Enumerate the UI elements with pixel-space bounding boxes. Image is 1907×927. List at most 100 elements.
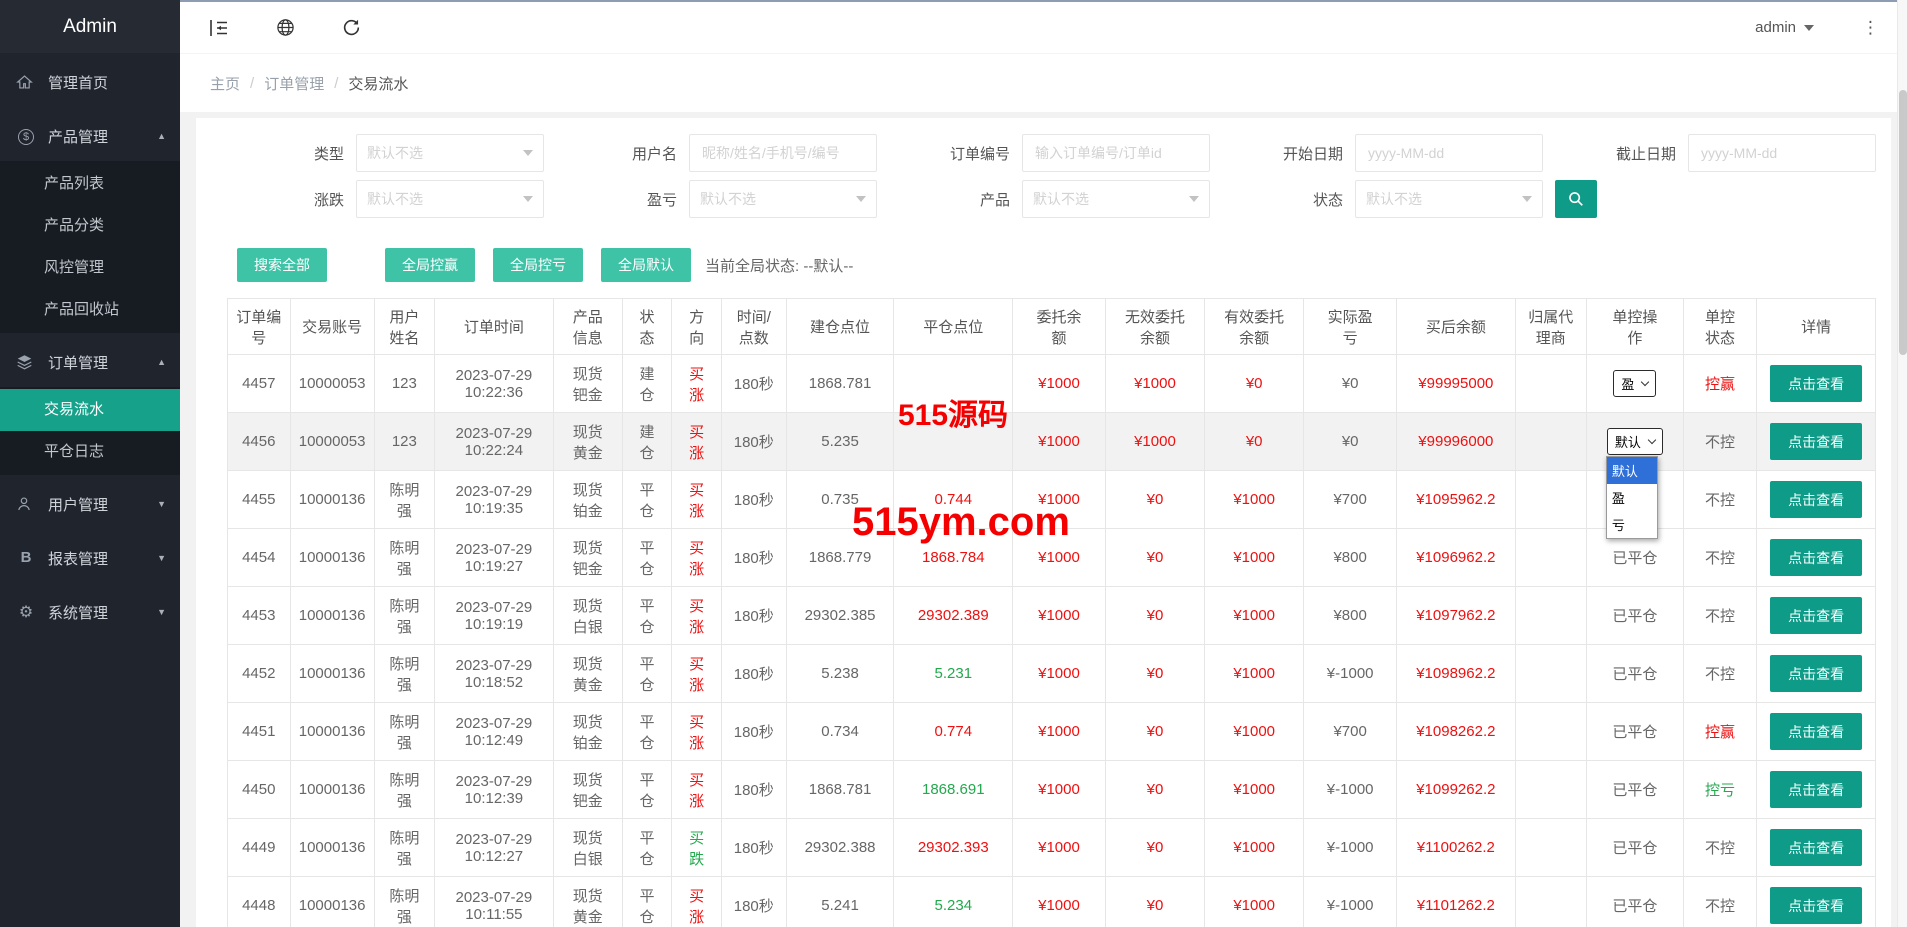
cell-invalid: ¥0: [1105, 645, 1204, 703]
detail-button[interactable]: 点击查看: [1770, 887, 1862, 924]
panel-card: 类型默认不选用户名订单编号开始日期截止日期涨跌默认不选盈亏默认不选产品默认不选状…: [196, 118, 1891, 927]
detail-button[interactable]: 点击查看: [1770, 423, 1862, 460]
cell-entrust: ¥1000: [1013, 703, 1106, 761]
cell-state: 平 仓: [622, 587, 672, 645]
cell-agent: [1515, 877, 1586, 927]
sidebar-item-product-recycle[interactable]: 产品回收站: [0, 289, 180, 331]
content-area: 类型默认不选用户名订单编号开始日期截止日期涨跌默认不选盈亏默认不选产品默认不选状…: [180, 112, 1907, 927]
search-button[interactable]: [1555, 180, 1597, 218]
product-select[interactable]: 默认不选: [1022, 180, 1210, 218]
dropdown-option[interactable]: 盈: [1607, 484, 1657, 511]
sidebar-item-trade-flow[interactable]: 交易流水: [0, 389, 180, 431]
cell-close: 0.744: [894, 471, 1013, 529]
column-header: 单控操 作: [1586, 299, 1683, 355]
cell-entrust: ¥1000: [1013, 529, 1106, 587]
cell-dur: 180秒: [721, 471, 786, 529]
cell-op: 已平仓: [1586, 703, 1683, 761]
chevron-down-icon: ▼: [157, 607, 166, 617]
order-no-input-wrap: [1022, 134, 1210, 172]
scrollbar-thumb[interactable]: [1899, 90, 1907, 355]
cell-state: 平 仓: [622, 645, 672, 703]
cell-close: [894, 355, 1013, 413]
start-date-input[interactable]: [1366, 144, 1532, 162]
global-win-button[interactable]: 全局控赢: [385, 248, 475, 282]
sidebar-item-product-category[interactable]: 产品分类: [0, 205, 180, 247]
global-default-button[interactable]: 全局默认: [601, 248, 691, 282]
cell-op: 已平仓: [1586, 645, 1683, 703]
chevron-down-icon: [1189, 196, 1199, 202]
chevron-down-icon: [523, 150, 533, 156]
cell-after: ¥1101262.2: [1397, 877, 1516, 927]
refresh-icon[interactable]: [340, 18, 362, 38]
sidebar-item-risk-manage[interactable]: 风控管理: [0, 247, 180, 289]
breadcrumb-separator: /: [250, 75, 254, 92]
sidebar-item-product[interactable]: $产品管理▲: [0, 111, 180, 161]
cell-name: 陈明 强: [374, 819, 434, 877]
more-menu-icon[interactable]: ⋮: [1862, 18, 1879, 38]
gear-icon: ⚙: [16, 602, 36, 622]
table-row: 445010000136陈明 强2023-07-29 10:12:39现货 钯金…: [228, 761, 1876, 819]
filter-field-updown: 涨跌默认不选: [211, 180, 544, 218]
sidebar-item-system[interactable]: ⚙系统管理▼: [0, 587, 180, 637]
action-bar: 搜索全部全局控赢全局控亏全局默认当前全局状态: --默认--: [237, 248, 1876, 282]
cell-profit: ¥800: [1304, 587, 1397, 645]
column-header: 状 态: [622, 299, 672, 355]
cell-product: 现货 白银: [553, 819, 622, 877]
username-input[interactable]: [700, 144, 866, 162]
type-select[interactable]: 默认不选: [356, 134, 544, 172]
detail-button[interactable]: 点击查看: [1770, 481, 1862, 518]
cell-entrust: ¥1000: [1013, 761, 1106, 819]
user-menu[interactable]: admin: [1755, 19, 1814, 36]
status-select[interactable]: 默认不选: [1355, 180, 1543, 218]
cell-open: 1868.781: [786, 761, 894, 819]
breadcrumb-link[interactable]: 主页: [210, 73, 240, 94]
dropdown-option[interactable]: 默认: [1607, 457, 1657, 484]
cell-dur: 180秒: [721, 645, 786, 703]
sidebar-item-order[interactable]: 订单管理▲: [0, 337, 180, 387]
sidebar-item-close-log[interactable]: 平仓日志: [0, 431, 180, 473]
search-button-cell: [1543, 180, 1876, 218]
submenu-product: 产品列表产品分类风控管理产品回收站: [0, 161, 180, 333]
cell-ctrl: 控亏: [1683, 761, 1756, 819]
cell-agent: [1515, 587, 1586, 645]
profitloss-select[interactable]: 默认不选: [689, 180, 877, 218]
order-no-input[interactable]: [1033, 144, 1199, 162]
updown-select[interactable]: 默认不选: [356, 180, 544, 218]
end-date-input[interactable]: [1699, 144, 1865, 162]
cell-state: 平 仓: [622, 529, 672, 587]
detail-button[interactable]: 点击查看: [1770, 539, 1862, 576]
globe-icon[interactable]: [274, 18, 296, 38]
control-select[interactable]: 盈: [1613, 370, 1656, 397]
detail-button[interactable]: 点击查看: [1770, 365, 1862, 402]
sidebar-toggle-icon[interactable]: [208, 18, 230, 38]
vertical-scrollbar[interactable]: [1897, 0, 1907, 927]
cell-close: 5.231: [894, 645, 1013, 703]
breadcrumb-link[interactable]: 订单管理: [264, 73, 324, 94]
chevron-up-icon: ▲: [157, 131, 166, 141]
dropdown-option[interactable]: 亏: [1607, 511, 1657, 538]
filter-field-end-date: 截止日期: [1543, 134, 1876, 172]
detail-button[interactable]: 点击查看: [1770, 771, 1862, 808]
sidebar-item-user[interactable]: 用户管理▼: [0, 479, 180, 529]
cell-entrust: ¥1000: [1013, 355, 1106, 413]
control-select[interactable]: 默认: [1607, 428, 1663, 455]
sidebar-item-home[interactable]: 管理首页: [0, 57, 180, 107]
cell-id: 4456: [228, 413, 291, 471]
global-lose-button[interactable]: 全局控亏: [493, 248, 583, 282]
sidebar-item-product-list[interactable]: 产品列表: [0, 163, 180, 205]
detail-button[interactable]: 点击查看: [1770, 829, 1862, 866]
detail-button[interactable]: 点击查看: [1770, 655, 1862, 692]
cell-name: 123: [374, 413, 434, 471]
filter-label-end-date: 截止日期: [1543, 143, 1688, 164]
cell-profit: ¥800: [1304, 529, 1397, 587]
search-all-button[interactable]: 搜索全部: [237, 248, 327, 282]
cell-product: 现货 黄金: [553, 413, 622, 471]
cell-dir: 买 涨: [672, 529, 722, 587]
sidebar-nav: 管理首页$产品管理▲产品列表产品分类风控管理产品回收站订单管理▲交易流水平仓日志…: [0, 57, 180, 637]
detail-button[interactable]: 点击查看: [1770, 713, 1862, 750]
detail-button[interactable]: 点击查看: [1770, 597, 1862, 634]
column-header: 买后余额: [1397, 299, 1516, 355]
cell-name: 陈明 强: [374, 587, 434, 645]
sidebar-item-report[interactable]: B报表管理▼: [0, 533, 180, 583]
breadcrumb-separator: /: [334, 75, 338, 92]
